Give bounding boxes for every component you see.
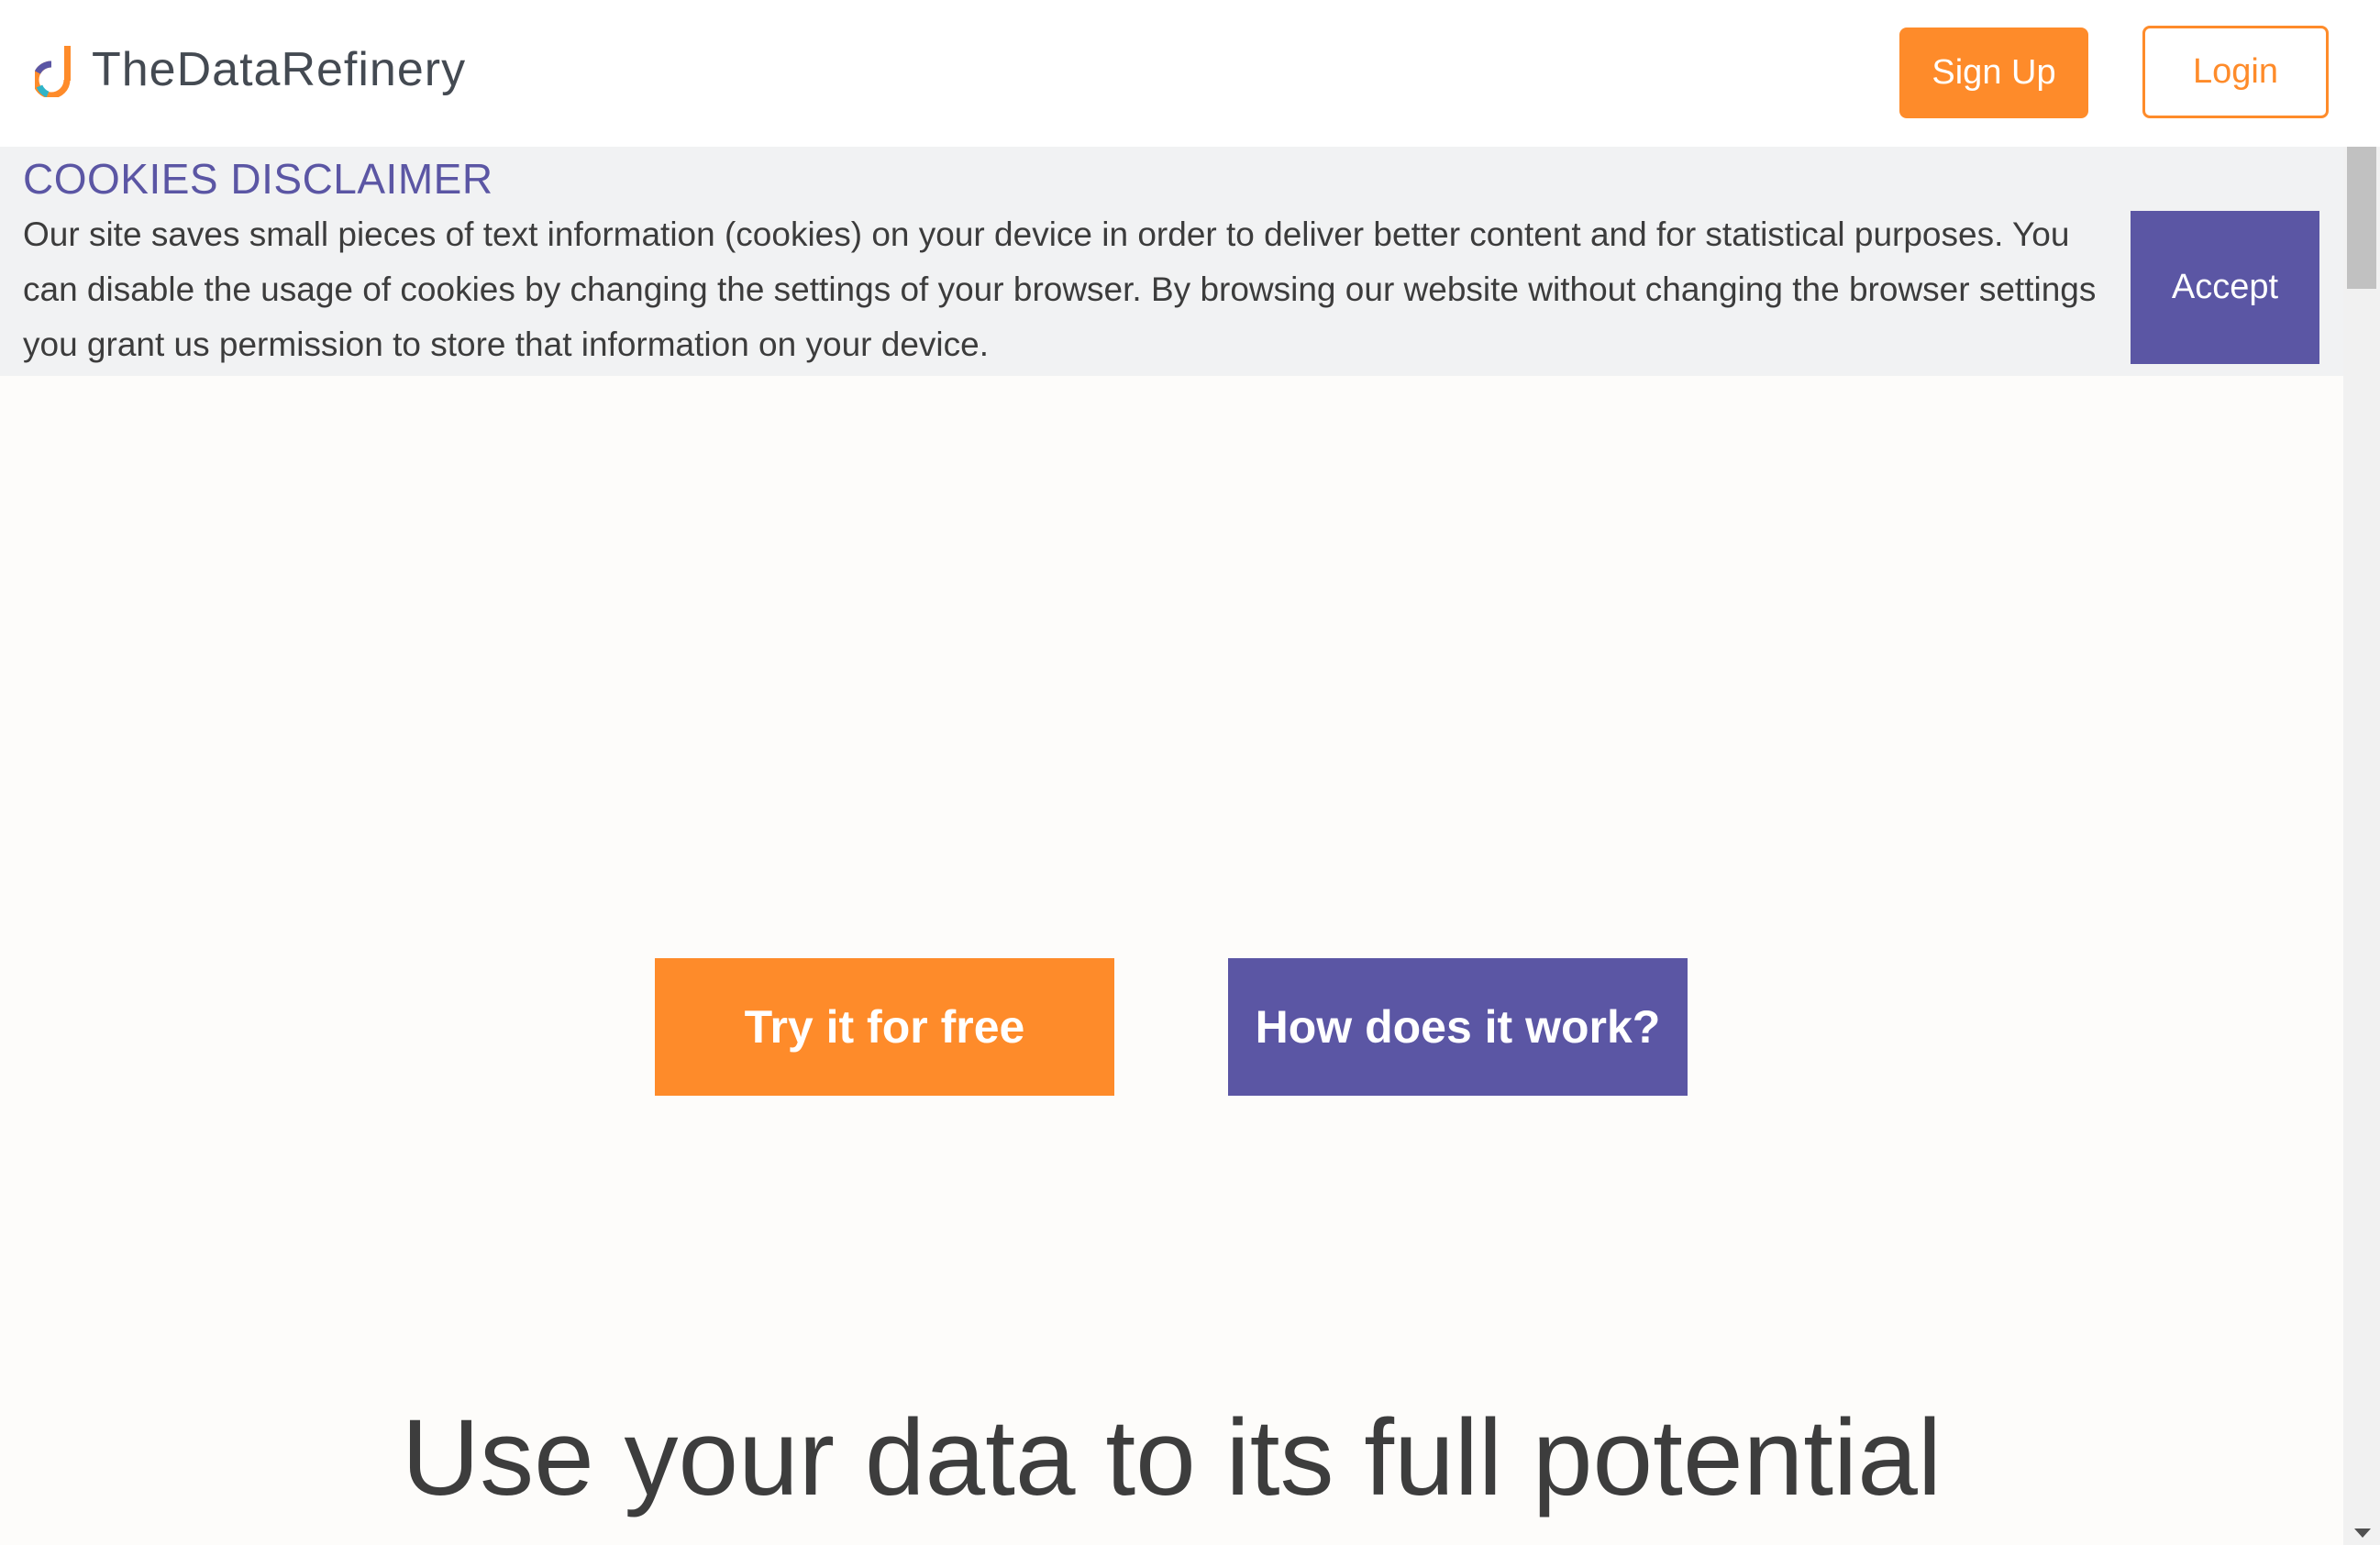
cookie-banner-title: COOKIES DISCLAIMER [23, 155, 493, 203]
sign-up-button[interactable]: Sign Up [1899, 28, 2088, 118]
hero-headline: Use your data to its full potential [401, 1397, 1943, 1518]
scroll-down-arrow-icon[interactable] [2354, 1528, 2371, 1538]
login-button[interactable]: Login [2142, 26, 2329, 118]
scrollbar-thumb[interactable] [2347, 147, 2376, 289]
try-for-free-button[interactable]: Try it for free [655, 958, 1114, 1096]
cookie-banner-text: Our site saves small pieces of text info… [23, 215, 2097, 363]
how-does-it-work-button[interactable]: How does it work? [1228, 958, 1688, 1096]
data-refinery-logo-icon [35, 46, 71, 97]
page-scrollbar[interactable] [2343, 147, 2380, 1545]
accept-cookies-button[interactable]: Accept [2131, 211, 2319, 364]
logo-text: TheDataRefinery [92, 43, 467, 96]
cookie-banner: COOKIES DISCLAIMER Our site saves small … [0, 147, 2343, 376]
site-logo[interactable]: TheDataRefinery [35, 42, 466, 97]
site-header: TheDataRefinery Sign Up Login [0, 0, 2380, 147]
